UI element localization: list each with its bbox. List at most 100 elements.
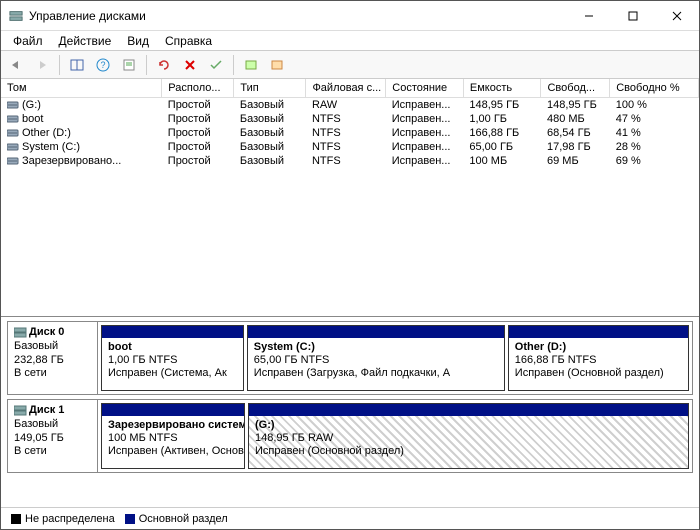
partition[interactable]: Зарезервировано системс100 МБ NTFSИсправ… — [101, 403, 245, 469]
partition[interactable]: Other (D:)166,88 ГБ NTFSИсправен (Основн… — [508, 325, 689, 391]
column-header-free[interactable]: Свобод... — [541, 79, 610, 98]
cell: Базовый — [234, 98, 306, 113]
legend-unallocated: Не распределена — [11, 513, 115, 525]
cell: Базовый — [234, 126, 306, 140]
help-icon[interactable]: ? — [92, 54, 114, 76]
cell: Простой — [162, 140, 234, 154]
volume-table[interactable]: ТомРасполо...ТипФайловая с...СостояниеЕм… — [1, 79, 699, 168]
cell: (G:) — [1, 98, 162, 113]
disk-row: Диск 0Базовый232,88 ГБВ сетиboot1,00 ГБ … — [7, 321, 693, 395]
cell: Простой — [162, 98, 234, 113]
partition-size-fs: 148,95 ГБ RAW — [255, 432, 333, 444]
toolbar-divider — [233, 55, 234, 75]
cell: NTFS — [306, 112, 386, 126]
disk-row: Диск 1Базовый149,05 ГБВ сетиЗарезервиров… — [7, 399, 693, 473]
partition-size-fs: 65,00 ГБ NTFS — [254, 354, 330, 366]
partition-name: boot — [108, 341, 237, 354]
table-row[interactable]: (G:)ПростойБазовыйRAWИсправен...148,95 Г… — [1, 98, 699, 113]
legend: Не распределена Основной раздел — [1, 507, 699, 529]
refresh-icon[interactable] — [153, 54, 175, 76]
volume-icon — [7, 156, 19, 166]
column-header-type[interactable]: Тип — [234, 79, 306, 98]
cell: RAW — [306, 98, 386, 113]
column-header-status[interactable]: Состояние — [386, 79, 464, 98]
partition-name: Other (D:) — [515, 341, 682, 354]
cell: Исправен... — [386, 98, 464, 113]
disk-type: Базовый — [14, 340, 91, 354]
table-row[interactable]: bootПростойБазовыйNTFSИсправен...1,00 ГБ… — [1, 112, 699, 126]
cell: Базовый — [234, 140, 306, 154]
action-icon-1[interactable] — [240, 54, 262, 76]
cell: Исправен... — [386, 154, 464, 168]
disk-size: 232,88 ГБ — [14, 354, 91, 368]
legend-primary: Основной раздел — [125, 513, 228, 525]
action-icon-2[interactable] — [266, 54, 288, 76]
menu-action[interactable]: Действие — [51, 32, 120, 50]
minimize-button[interactable] — [567, 1, 611, 31]
cell: System (C:) — [1, 140, 162, 154]
partition-name: (G:) — [255, 419, 682, 432]
cell: 28 % — [610, 140, 699, 154]
cell: boot — [1, 112, 162, 126]
properties-icon[interactable] — [118, 54, 140, 76]
disk-type: Базовый — [14, 418, 91, 432]
cell: 148,95 ГБ — [541, 98, 610, 113]
disk-info[interactable]: Диск 0Базовый232,88 ГБВ сети — [8, 322, 98, 394]
cell: Other (D:) — [1, 126, 162, 140]
column-header-fs[interactable]: Файловая с... — [306, 79, 386, 98]
column-header-capacity[interactable]: Емкость — [463, 79, 541, 98]
disk-icon — [14, 404, 27, 416]
cell: 47 % — [610, 112, 699, 126]
cell: NTFS — [306, 140, 386, 154]
legend-swatch-navy — [125, 514, 135, 524]
back-button[interactable] — [5, 54, 27, 76]
partition-size-fs: 1,00 ГБ NTFS — [108, 354, 177, 366]
volume-icon — [7, 100, 19, 110]
column-header-layout[interactable]: Располо... — [162, 79, 234, 98]
cell: NTFS — [306, 154, 386, 168]
cell: Базовый — [234, 112, 306, 126]
maximize-button[interactable] — [611, 1, 655, 31]
disk-state: В сети — [14, 367, 91, 381]
toolbar: ? — [1, 51, 699, 79]
volume-icon — [7, 114, 19, 124]
cell: Исправен... — [386, 140, 464, 154]
window-title: Управление дисками — [29, 9, 567, 23]
table-row[interactable]: System (C:)ПростойБазовыйNTFSИсправен...… — [1, 140, 699, 154]
close-button[interactable] — [655, 1, 699, 31]
table-row[interactable]: Other (D:)ПростойБазовыйNTFSИсправен...1… — [1, 126, 699, 140]
partition-name: Зарезервировано системс — [108, 419, 238, 432]
cell: 100 МБ — [463, 154, 541, 168]
legend-swatch-black — [11, 514, 21, 524]
toolbar-divider — [146, 55, 147, 75]
partition-status: Исправен (Основной раздел) — [515, 367, 664, 379]
forward-button[interactable] — [31, 54, 53, 76]
toolbar-divider — [59, 55, 60, 75]
cell: Исправен... — [386, 126, 464, 140]
menu-view[interactable]: Вид — [119, 32, 157, 50]
cell: 65,00 ГБ — [463, 140, 541, 154]
column-header-volume[interactable]: Том — [1, 79, 162, 98]
disk-info[interactable]: Диск 1Базовый149,05 ГБВ сети — [8, 400, 98, 472]
cell: 17,98 ГБ — [541, 140, 610, 154]
partition-status: Исправен (Активен, Основн — [108, 445, 244, 457]
table-row[interactable]: Зарезервировано...ПростойБазовыйNTFSИспр… — [1, 154, 699, 168]
partition[interactable]: System (C:)65,00 ГБ NTFSИсправен (Загруз… — [247, 325, 505, 391]
cell: Простой — [162, 112, 234, 126]
partition-status: Исправен (Загрузка, Файл подкачки, А — [254, 367, 450, 379]
column-header-free_pct[interactable]: Свободно % — [610, 79, 699, 98]
delete-icon[interactable] — [179, 54, 201, 76]
partition[interactable]: (G:)148,95 ГБ RAWИсправен (Основной разд… — [248, 403, 689, 469]
cell: 69 % — [610, 154, 699, 168]
menu-file[interactable]: Файл — [5, 32, 51, 50]
cell: Базовый — [234, 154, 306, 168]
partition-name: System (C:) — [254, 341, 498, 354]
partition[interactable]: boot1,00 ГБ NTFSИсправен (Система, Ак — [101, 325, 244, 391]
volume-icon — [7, 142, 19, 152]
view-list-icon[interactable] — [66, 54, 88, 76]
partition-status: Исправен (Основной раздел) — [255, 445, 404, 457]
menu-help[interactable]: Справка — [157, 32, 220, 50]
apply-icon[interactable] — [205, 54, 227, 76]
cell: 148,95 ГБ — [463, 98, 541, 113]
cell: 69 МБ — [541, 154, 610, 168]
